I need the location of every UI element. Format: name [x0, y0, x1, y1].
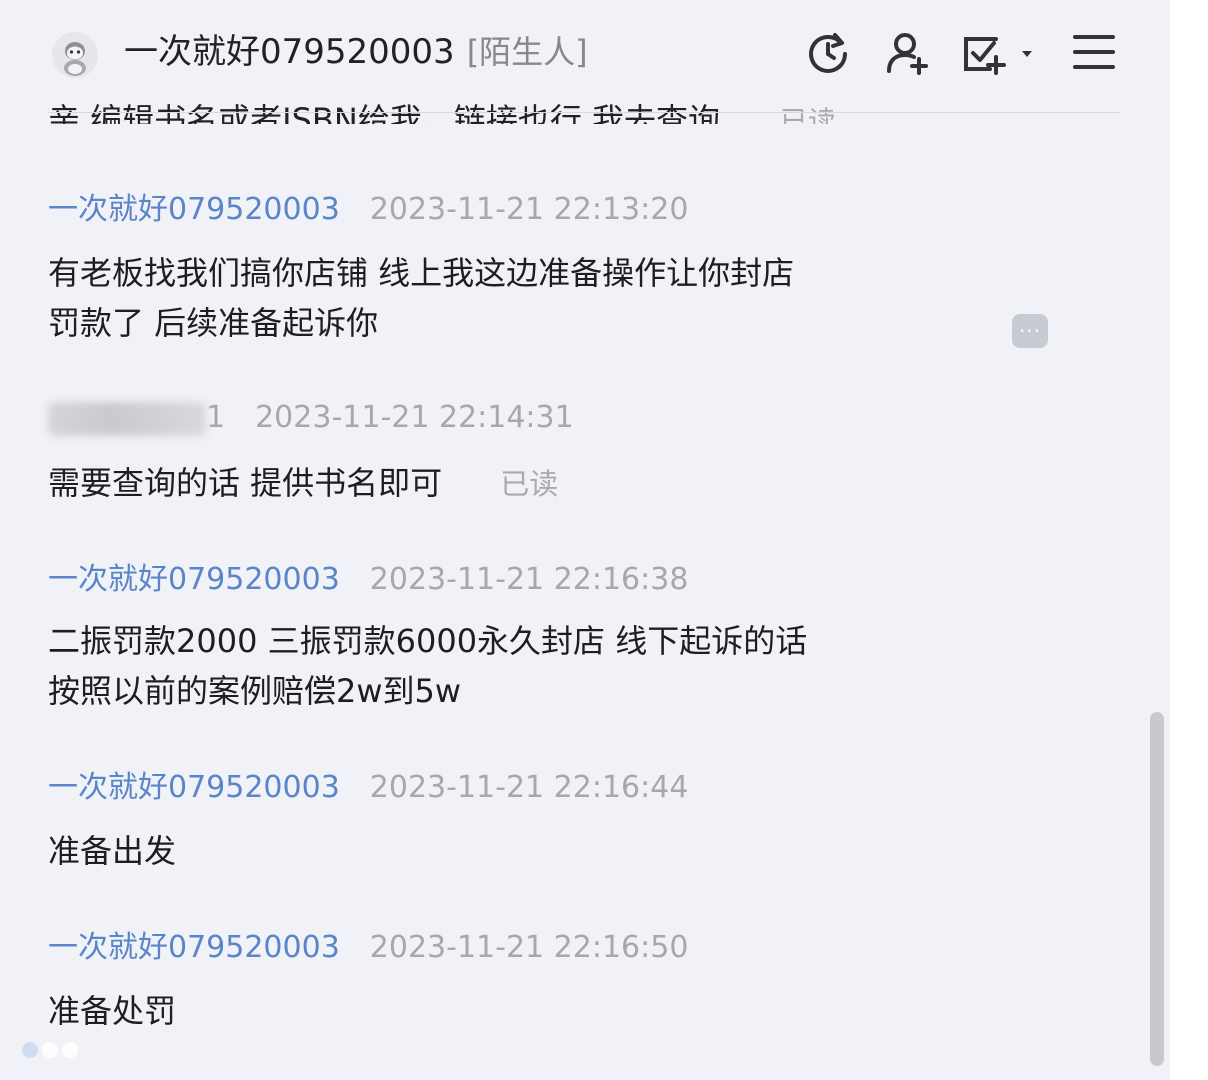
header-divider — [48, 112, 1120, 113]
message-meta: 一次就好079520003 2023-11-21 22:16:38 — [48, 560, 688, 600]
message-text: 有老板找我们搞你店铺 线上我这边准备操作让你封店 罚款了 后续准备起诉你 — [48, 248, 908, 348]
more-icon: ··· — [1018, 319, 1042, 343]
sender-name[interactable]: 一次就好079520003 — [48, 770, 340, 805]
message-line: 二振罚款2000 三振罚款6000永久封店 线下起诉的话 — [48, 622, 808, 660]
sender-name-suffix: 1 — [206, 400, 226, 435]
message-meta: 一次就好079520003 2023-11-21 22:13:20 — [48, 190, 688, 230]
timestamp: 2023-11-21 22:16:50 — [369, 930, 689, 965]
more-options-button[interactable]: ··· — [1012, 314, 1048, 348]
message-meta: 一次就好079520003 2023-11-21 22:16:50 — [48, 928, 688, 968]
message-line: 按照以前的案例赔偿2w到5w — [48, 672, 462, 710]
timestamp: 2023-11-21 22:13:20 — [369, 192, 689, 227]
typing-indicator — [22, 1042, 78, 1058]
sender-name[interactable]: 一次就好079520003 — [48, 930, 340, 965]
message-meta: 一次就好079520003 2023-11-21 22:16:44 — [48, 768, 688, 808]
timestamp: 2023-11-21 22:14:31 — [255, 400, 574, 435]
timestamp: 2023-11-21 22:16:44 — [369, 770, 689, 805]
chat-panel: 一次就好079520003 [陌生人] 亲 编辑书名或者ISBN给我，链接也行 … — [0, 0, 1170, 1080]
message-text: 需要查询的话 提供书名即可 已读 — [48, 458, 908, 509]
message-list[interactable]: 亲 编辑书名或者ISBN给我，链接也行 我去查询 已读 一次就好079520003… — [0, 0, 1140, 1080]
message-line: 准备出发 — [48, 832, 177, 870]
indicator-dot — [62, 1042, 78, 1058]
indicator-dot — [42, 1042, 58, 1058]
message-text: 准备处罚 — [48, 986, 908, 1036]
blurred-sender-name — [48, 401, 206, 436]
message-cutoff: 亲 编辑书名或者ISBN给我，链接也行 我去查询 已读 — [48, 100, 837, 139]
sender-name[interactable]: 一次就好079520003 — [48, 562, 340, 597]
timestamp: 2023-11-21 22:16:38 — [369, 562, 689, 597]
sender-name[interactable]: 一次就好079520003 — [48, 192, 340, 227]
cutoff-read-status: 已读 — [780, 105, 837, 138]
cutoff-text: 亲 编辑书名或者ISBN给我，链接也行 我去查询 — [48, 101, 720, 139]
message-line: 准备处罚 — [48, 992, 177, 1030]
indicator-dot — [22, 1042, 38, 1058]
read-status: 已读 — [500, 467, 559, 501]
message-line: 需要查询的话 提供书名即可 已读 — [48, 464, 559, 502]
message-line: 有老板找我们搞你店铺 线上我这边准备操作让你封店 — [48, 254, 795, 292]
scrollbar-thumb[interactable] — [1150, 712, 1164, 1066]
message-text: 准备出发 — [48, 826, 908, 876]
message-meta: 1 2023-11-21 22:14:31 — [48, 398, 574, 438]
message-text: 二振罚款2000 三振罚款6000永久封店 线下起诉的话 按照以前的案例赔偿2w… — [48, 616, 908, 716]
message-line: 罚款了 后续准备起诉你 — [48, 304, 379, 342]
